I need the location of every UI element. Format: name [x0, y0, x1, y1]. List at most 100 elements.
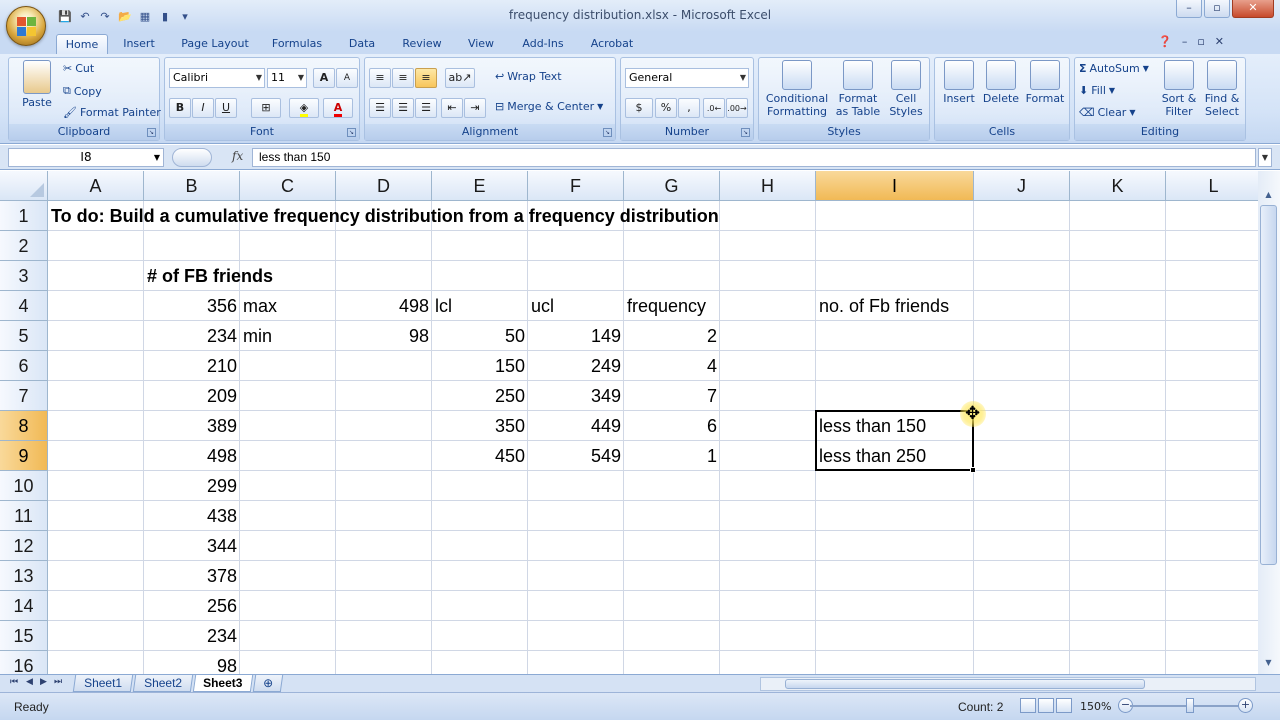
column-header-j[interactable]: J: [974, 171, 1070, 201]
tab-formulas[interactable]: Formulas: [266, 34, 328, 54]
row-header-9[interactable]: 9: [0, 441, 48, 471]
cell-b8[interactable]: 389: [144, 411, 240, 441]
sheet-tab-sheet2[interactable]: Sheet2: [132, 675, 194, 692]
zoom-level[interactable]: 150%: [1080, 700, 1111, 713]
cell-b6[interactable]: 210: [144, 351, 240, 381]
cell-f6[interactable]: 249: [528, 351, 624, 381]
tab-add-ins[interactable]: Add-Ins: [514, 34, 572, 54]
horizontal-scrollbar[interactable]: [760, 677, 1256, 691]
zoom-slider[interactable]: [1130, 705, 1238, 707]
cell-e5[interactable]: 50: [432, 321, 528, 351]
cell-e7[interactable]: 250: [432, 381, 528, 411]
cell-b14[interactable]: 256: [144, 591, 240, 621]
bold-button[interactable]: B: [169, 98, 191, 118]
column-header-i[interactable]: I: [816, 171, 974, 201]
tab-view[interactable]: View: [460, 34, 502, 54]
vertical-scrollbar[interactable]: ▲ ▼: [1258, 171, 1280, 674]
prev-sheet-icon[interactable]: ◀: [26, 677, 33, 687]
insert-function-icon[interactable]: fx: [232, 149, 243, 163]
format-cells-button[interactable]: Format: [1023, 60, 1067, 105]
tab-acrobat[interactable]: Acrobat: [584, 34, 640, 54]
scroll-up-icon[interactable]: ▲: [1260, 187, 1277, 203]
wrap-text-button[interactable]: ↩ Wrap Text: [495, 70, 562, 83]
row-header-3[interactable]: 3: [0, 261, 48, 291]
zoom-in-button[interactable]: +: [1238, 698, 1253, 713]
row-header-11[interactable]: 11: [0, 501, 48, 531]
row-header-10[interactable]: 10: [0, 471, 48, 501]
minimize-doc-icon[interactable]: –: [1182, 35, 1188, 48]
cell-b11[interactable]: 438: [144, 501, 240, 531]
number-format-select[interactable]: General ▼: [625, 68, 749, 88]
clipboard-launcher-icon[interactable]: ↘: [147, 128, 156, 137]
row-header-8[interactable]: 8: [0, 411, 48, 441]
alignment-launcher-icon[interactable]: ↘: [603, 128, 612, 137]
cell-e6[interactable]: 150: [432, 351, 528, 381]
cell-b9[interactable]: 498: [144, 441, 240, 471]
row-header-2[interactable]: 2: [0, 231, 48, 261]
tab-insert[interactable]: Insert: [116, 34, 162, 54]
align-center-button[interactable]: ☰: [392, 98, 414, 118]
number-launcher-icon[interactable]: ↘: [741, 128, 750, 137]
close-doc-icon[interactable]: ✕: [1215, 35, 1224, 48]
delete-cells-button[interactable]: Delete: [981, 60, 1021, 105]
clear-button[interactable]: ⌫ Clear ▼: [1079, 106, 1136, 119]
merge-center-button[interactable]: ⊟ Merge & Center ▼: [495, 100, 603, 113]
paste-button[interactable]: Paste: [15, 60, 59, 109]
copy-button[interactable]: ⧉ Copy: [63, 84, 102, 98]
cell-f9[interactable]: 549: [528, 441, 624, 471]
cell-g4[interactable]: frequency: [624, 291, 709, 321]
format-painter-button[interactable]: 🖌 Format Painter: [63, 106, 161, 119]
first-sheet-icon[interactable]: ⏮: [10, 677, 18, 687]
font-color-button[interactable]: A: [323, 98, 353, 118]
cell-e9[interactable]: 450: [432, 441, 528, 471]
align-middle-button[interactable]: ≡: [392, 68, 414, 88]
cell-b12[interactable]: 344: [144, 531, 240, 561]
row-header-6[interactable]: 6: [0, 351, 48, 381]
cell-d5[interactable]: 98: [336, 321, 432, 351]
row-header-13[interactable]: 13: [0, 561, 48, 591]
column-header-d[interactable]: D: [336, 171, 432, 201]
currency-button[interactable]: $: [625, 98, 653, 118]
restore-button[interactable]: ▫: [1204, 0, 1230, 18]
cell-g8[interactable]: 6: [624, 411, 720, 441]
column-header-c[interactable]: C: [240, 171, 336, 201]
row-header-15[interactable]: 15: [0, 621, 48, 651]
column-header-e[interactable]: E: [432, 171, 528, 201]
row-header-5[interactable]: 5: [0, 321, 48, 351]
row-header-16[interactable]: 16: [0, 651, 48, 674]
find-select-button[interactable]: Find & Select: [1201, 60, 1243, 118]
cell-f8[interactable]: 449: [528, 411, 624, 441]
cell-styles-button[interactable]: Cell Styles: [885, 60, 927, 118]
cell-b15[interactable]: 234: [144, 621, 240, 651]
row-header-7[interactable]: 7: [0, 381, 48, 411]
sort-filter-button[interactable]: Sort & Filter: [1159, 60, 1199, 118]
cell-b7[interactable]: 209: [144, 381, 240, 411]
align-bottom-button[interactable]: ≡: [415, 68, 437, 88]
cell-b13[interactable]: 378: [144, 561, 240, 591]
align-right-button[interactable]: ☰: [415, 98, 437, 118]
sheet-tab-sheet3[interactable]: Sheet3: [192, 675, 254, 692]
column-header-b[interactable]: B: [144, 171, 240, 201]
cell-b4[interactable]: 356: [144, 291, 240, 321]
cell-a1[interactable]: To do: Build a cumulative frequency dist…: [48, 201, 722, 231]
formula-input[interactable]: less than 150: [252, 148, 1256, 167]
column-header-h[interactable]: H: [720, 171, 816, 201]
column-header-g[interactable]: G: [624, 171, 720, 201]
orientation-button[interactable]: ab↗: [445, 68, 475, 88]
cell-i8[interactable]: less than 150: [816, 411, 929, 441]
horizontal-scroll-thumb[interactable]: [785, 679, 1145, 689]
normal-view-icon[interactable]: [1020, 698, 1036, 713]
insert-sheet-button[interactable]: ⊕: [252, 675, 284, 692]
cell-g9[interactable]: 1: [624, 441, 720, 471]
font-family-select[interactable]: Calibri ▼: [169, 68, 265, 88]
shrink-font-button[interactable]: A: [336, 68, 358, 88]
cell-c5[interactable]: min: [240, 321, 275, 351]
worksheet-grid[interactable]: ABCDEFGHIJKL 1 2 3 4 5 6 7 8 9 10 11 12 13 14 15 16 To …: [0, 171, 1258, 674]
comma-button[interactable]: ,: [678, 98, 700, 118]
tab-data[interactable]: Data: [340, 34, 384, 54]
italic-button[interactable]: I: [192, 98, 214, 118]
select-all-button[interactable]: [0, 171, 48, 201]
next-sheet-icon[interactable]: ▶: [40, 677, 47, 687]
tab-home[interactable]: Home: [56, 34, 108, 54]
fill-handle[interactable]: [970, 467, 976, 473]
